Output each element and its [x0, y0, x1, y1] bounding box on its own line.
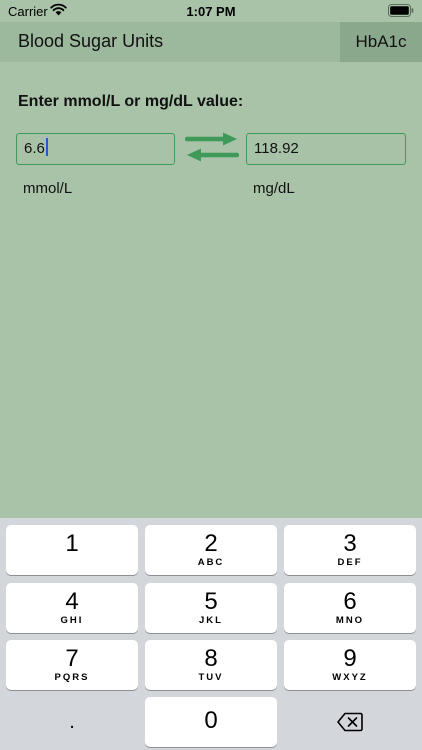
- key-5[interactable]: 5 JKL: [145, 583, 277, 633]
- key-letters: DEF: [337, 557, 363, 568]
- key-digit: 6: [343, 588, 357, 615]
- key-7[interactable]: 7 PQRS: [6, 640, 138, 690]
- mgdl-input[interactable]: 118.92: [246, 133, 406, 165]
- key-letters: GHI: [60, 615, 84, 626]
- key-letters: MNO: [335, 615, 365, 626]
- key-digit: 0: [204, 707, 218, 734]
- mgdl-input-value: 118.92: [254, 140, 299, 157]
- key-digit: 8: [204, 645, 218, 672]
- key-digit: 4: [65, 588, 79, 615]
- key-letters: JKL: [199, 615, 223, 626]
- input-prompt: Enter mmol/L or mg/dL value:: [18, 93, 244, 110]
- key-9[interactable]: 9 WXYZ: [284, 640, 416, 690]
- key-3[interactable]: 3 DEF: [284, 525, 416, 575]
- key-letters: WXYZ: [332, 672, 368, 683]
- mmol-input[interactable]: 6.6: [16, 133, 175, 165]
- battery-icon: [388, 4, 414, 17]
- key-digit: 2: [204, 530, 218, 557]
- numeric-keyboard: 1 2 ABC 3 DEF 4 GHI 5 JKL 6 MNO 7 PQRS 8…: [0, 518, 422, 750]
- key-6[interactable]: 6 MNO: [284, 583, 416, 633]
- swap-arrows-icon[interactable]: [185, 131, 239, 163]
- mmol-unit-label: mmol/L: [23, 180, 73, 197]
- key-0[interactable]: 0: [145, 697, 277, 747]
- key-digit: 1: [65, 530, 79, 557]
- hba1c-tab-button[interactable]: HbA1c: [340, 22, 422, 62]
- mgdl-unit-label: mg/dL: [253, 180, 295, 197]
- decimal-key[interactable]: .: [6, 697, 138, 747]
- key-digit: 5: [204, 588, 218, 615]
- page-title: Blood Sugar Units: [18, 31, 164, 51]
- status-time: 1:07 PM: [186, 4, 236, 19]
- key-letters: TUV: [198, 672, 224, 683]
- delete-key[interactable]: [284, 697, 416, 747]
- decimal-key-label: .: [69, 711, 75, 733]
- key-digit: 3: [343, 530, 357, 557]
- status-bar: Carrier 1:07 PM: [0, 0, 422, 22]
- navigation-bar: Blood Sugar Units HbA1c: [0, 22, 422, 62]
- key-2[interactable]: 2 ABC: [145, 525, 277, 575]
- text-caret: [45, 138, 48, 156]
- key-digit: 7: [65, 645, 79, 672]
- mmol-input-value: 6.6: [24, 140, 45, 157]
- key-letters: ABC: [197, 557, 225, 568]
- key-digit: 9: [343, 645, 357, 672]
- key-letters: PQRS: [54, 672, 90, 683]
- delete-backspace-icon: [337, 712, 363, 732]
- key-1[interactable]: 1: [6, 525, 138, 575]
- key-8[interactable]: 8 TUV: [145, 640, 277, 690]
- key-4[interactable]: 4 GHI: [6, 583, 138, 633]
